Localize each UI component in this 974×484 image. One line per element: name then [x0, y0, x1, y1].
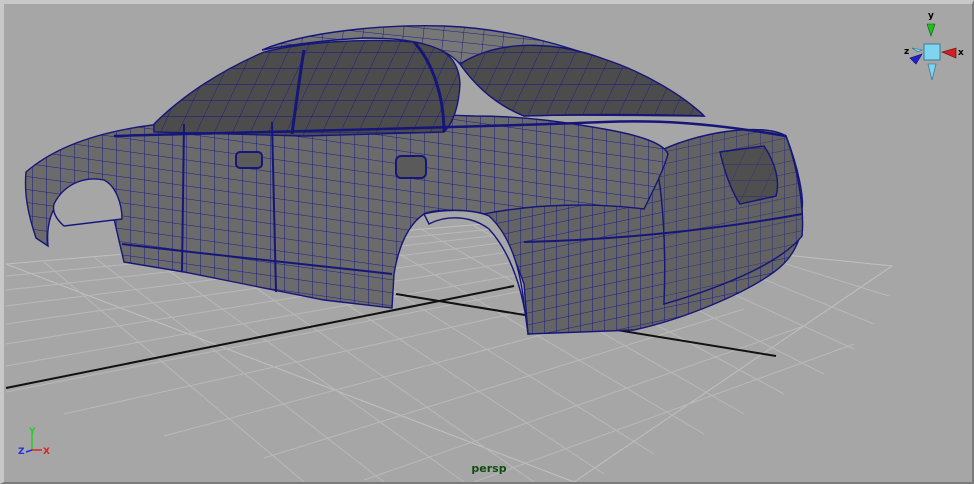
axis-triad: Y X Z — [18, 427, 50, 457]
car-body-mesh[interactable] — [24, 25, 804, 335]
perspective-viewport[interactable]: y x z Y X Z persp — [4, 4, 972, 482]
view-cube-z-arrow — [909, 53, 923, 65]
camera-name-label: persp — [471, 462, 507, 475]
view-cube-y-arrow — [926, 23, 936, 37]
front-door-handle — [235, 151, 263, 169]
car-rear-window — [459, 44, 706, 117]
triad-x-label: X — [43, 447, 50, 457]
view-cube-neg-y-arrow — [927, 63, 937, 81]
view-cube-box — [923, 43, 941, 61]
view-cube-x-label: x — [958, 48, 964, 58]
view-cube-y-label: y — [928, 11, 934, 21]
view-cube-x-arrow — [941, 47, 957, 59]
view-cube-neg-x-arrow — [911, 47, 923, 53]
triad-y-label: Y — [28, 427, 36, 437]
view-cube[interactable]: y x z — [902, 8, 966, 86]
rear-door-handle — [395, 155, 427, 179]
car-windows — [153, 39, 461, 137]
scene-canvas[interactable] — [4, 4, 972, 482]
triad-z-label: Z — [18, 447, 25, 457]
view-cube-z-label: z — [904, 47, 909, 57]
